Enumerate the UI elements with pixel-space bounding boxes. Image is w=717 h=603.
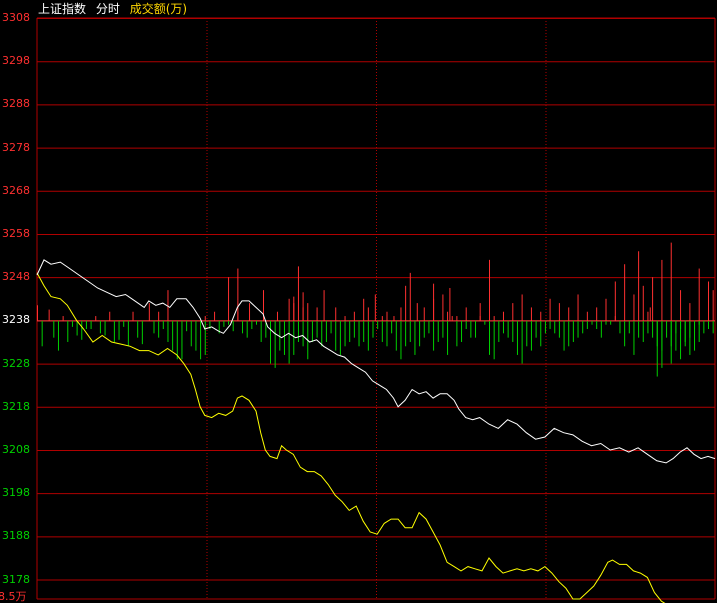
y-tick-label: 3298 — [2, 54, 30, 68]
y-tick-label: 3268 — [2, 183, 30, 197]
y-tick-label: 3188 — [2, 529, 30, 543]
y-tick-label: 3288 — [2, 97, 30, 111]
bottom-tick-label: 8.5万 — [0, 590, 27, 603]
y-tick-label: 3248 — [2, 270, 30, 284]
y-tick-label: 3238 — [2, 313, 30, 327]
y-tick-label: 3278 — [2, 140, 30, 154]
y-tick-label: 3308 — [2, 11, 30, 24]
y-tick-label: 3198 — [2, 486, 30, 500]
y-tick-label: 3178 — [2, 572, 30, 586]
y-tick-label: 3228 — [2, 356, 30, 370]
y-tick-label: 3218 — [2, 399, 30, 413]
avg-price-line — [36, 272, 666, 603]
volume-bars — [37, 242, 714, 377]
grid — [36, 17, 716, 600]
y-tick-label: 3208 — [2, 442, 30, 456]
intraday-chart — [36, 17, 716, 603]
y-tick-label: 3258 — [2, 226, 30, 240]
